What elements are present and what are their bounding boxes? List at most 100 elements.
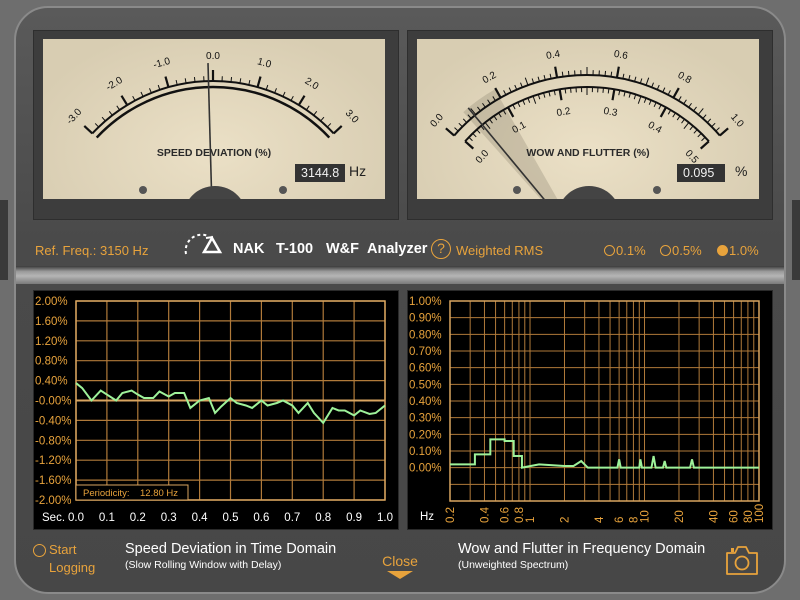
range-option-0-5[interactable]: 0.5%	[660, 243, 702, 258]
wf-outer-scale-minor-tick	[683, 99, 687, 105]
wf-inner-scale-minor-tick	[648, 99, 652, 105]
speed-scale-major-tick	[297, 95, 306, 106]
speed-scale-major-tick	[83, 125, 94, 135]
wf-inner-scale-minor-tick	[522, 99, 526, 105]
wf-inner-scale-minor-tick	[517, 102, 521, 108]
wf-inner-scale-major-tick	[611, 89, 616, 101]
wf-outer-scale-major-tick	[445, 127, 455, 137]
wf-outer-scale-minor-tick	[454, 127, 459, 132]
speed-scale-label: 3.0	[343, 108, 361, 126]
y-tick-label: -2.00%	[35, 495, 71, 507]
wf-inner-scale-minor-tick	[607, 88, 610, 94]
weighting-mode[interactable]: Weighted RMS	[456, 243, 543, 258]
wf-inner-scale-label: 0.3	[603, 106, 619, 119]
frequency-unit: Hz	[349, 163, 367, 179]
x-tick-label: 40	[708, 510, 720, 523]
y-tick-label: 1.60%	[35, 316, 68, 328]
speed-scale-minor-tick	[230, 76, 233, 83]
y-tick-label: 0.40%	[35, 376, 68, 388]
radio-selected-icon	[717, 245, 728, 256]
wow-flutter-spectrum-trace	[450, 438, 759, 469]
wow-flutter-meter: 0.0 0.2 0.4 0.6 0.8 1.0 0.0 0.1 0.2 0.3 0.4 0.5 WOW…	[407, 30, 773, 220]
start-logging-label: Start	[49, 542, 77, 557]
wf-meter-face: 0.0 0.2 0.4 0.6 0.8 1.0 0.0 0.1 0.2 0.3 0.4 0.5 WOW…	[417, 39, 759, 199]
x-tick-label: 2	[559, 517, 571, 523]
periodicity-value: 12.80 Hz	[140, 488, 178, 499]
wf-inner-scale-label: 0.4	[646, 120, 664, 137]
range-option-0-1[interactable]: 0.1%	[604, 243, 646, 258]
close-button[interactable]: Close	[378, 553, 422, 579]
wf-outer-scale-minor-tick	[458, 122, 463, 128]
wf-inner-scale-minor-tick	[512, 104, 516, 110]
y-tick-label: 0.50%	[409, 379, 442, 391]
wf-outer-scale-major-tick	[554, 66, 559, 78]
y-tick-label: 0.60%	[409, 363, 442, 375]
frequency-domain-chart: 1.00% 0.90% 0.80% 0.70% 0.60% 0.50% 0.40% 0.30%…	[407, 290, 773, 530]
x-tick-label: 4	[594, 516, 606, 523]
speed-needle	[207, 63, 213, 199]
wf-outer-scale-minor-tick	[693, 106, 697, 112]
x-tick-label: 1.0	[377, 512, 393, 524]
meter-screw	[653, 186, 661, 194]
y-tick-label: 2.00%	[35, 296, 68, 308]
start-logging-radio[interactable]	[33, 544, 46, 557]
y-tick-label: -0.40%	[35, 415, 71, 427]
speed-scale-minor-tick	[193, 76, 196, 83]
speed-scale-minor-tick	[108, 111, 113, 116]
speed-scale-minor-tick	[313, 111, 318, 116]
wf-inner-scale-minor-tick	[472, 132, 477, 138]
wf-outer-scale-minor-tick	[561, 71, 564, 77]
speed-deviation-meter: -3.0 -2.0 -1.0 0.0 1.0 2.0 3.0 SPEED DEVIATION…	[33, 30, 399, 220]
x-tick-label: 0.5	[223, 512, 239, 524]
wf-outer-scale-minor-tick	[706, 118, 712, 123]
camera-icon[interactable]	[725, 544, 759, 576]
y-tick-label: 0.80%	[409, 329, 442, 341]
x-tick-label: 0.6	[253, 512, 269, 524]
wf-inner-scale-minor-tick	[637, 95, 642, 104]
x-tick-label: 0.6	[500, 507, 512, 523]
divider-bar	[16, 266, 784, 284]
speed-scale-minor-tick	[140, 91, 144, 97]
speed-scale-minor-tick	[101, 116, 106, 122]
wf-inner-scale-minor-tick	[564, 88, 567, 94]
wf-outer-scale-label: 0.4	[545, 49, 561, 62]
radio-icon	[660, 245, 671, 256]
y-tick-label: 0.40%	[409, 396, 442, 408]
x-tick-label: 0.7	[284, 512, 300, 524]
wf-inner-scale-minor-tick	[693, 129, 698, 134]
speed-scale-minor-tick	[282, 91, 286, 97]
wf-inner-scale-minor-tick	[532, 95, 537, 104]
question-circle-icon[interactable]: ?	[431, 239, 451, 259]
radio-icon	[604, 245, 615, 256]
left-chart-title: Speed Deviation in Time Domain	[125, 541, 337, 557]
start-logging-button[interactable]: Start Logging	[49, 541, 95, 577]
wf-readout: 0.095	[677, 164, 725, 182]
speed-meter-title: SPEED DEVIATION (%)	[156, 147, 272, 159]
brand-nak: NAK	[233, 241, 265, 257]
y-tick-label: 0.90%	[409, 313, 442, 325]
speed-scale-minor-tick	[290, 95, 294, 101]
wf-inner-scale-minor-tick	[633, 94, 637, 100]
frequency-readout: 3144.8	[295, 164, 346, 182]
speed-scale-label: 0.0	[206, 51, 220, 62]
y-tick-label: 0.20%	[409, 429, 442, 441]
info-bar: Ref. Freq.: 3150 Hz NAK T-100 W&F Analyz…	[0, 233, 800, 265]
wf-outer-scale-minor-tick	[667, 90, 671, 96]
speed-scale-minor-tick	[132, 95, 136, 101]
nak-logo-icon	[184, 233, 223, 255]
wf-outer-scale-minor-tick	[711, 122, 716, 128]
x-tick-label: 6	[614, 517, 626, 523]
speed-scale-minor-tick	[116, 105, 121, 111]
wf-inner-scale-minor-tick	[570, 87, 572, 93]
speed-scale-label: 2.0	[303, 76, 321, 93]
range-option-1-0[interactable]: 1.0%	[717, 243, 759, 258]
x-tick-label: 0.8	[315, 512, 331, 524]
wf-outer-scale-minor-tick	[678, 96, 682, 101]
wf-inner-scale-minor-tick	[543, 92, 546, 98]
wf-outer-scale-major-tick	[719, 127, 729, 137]
wf-inner-scale-major-tick	[558, 89, 563, 101]
wf-outer-scale-label: 0.0	[428, 112, 446, 130]
brand-model: T-100	[276, 241, 314, 257]
wf-inner-scale-minor-tick	[602, 87, 604, 93]
periodicity-label: Periodicity:	[83, 488, 129, 499]
